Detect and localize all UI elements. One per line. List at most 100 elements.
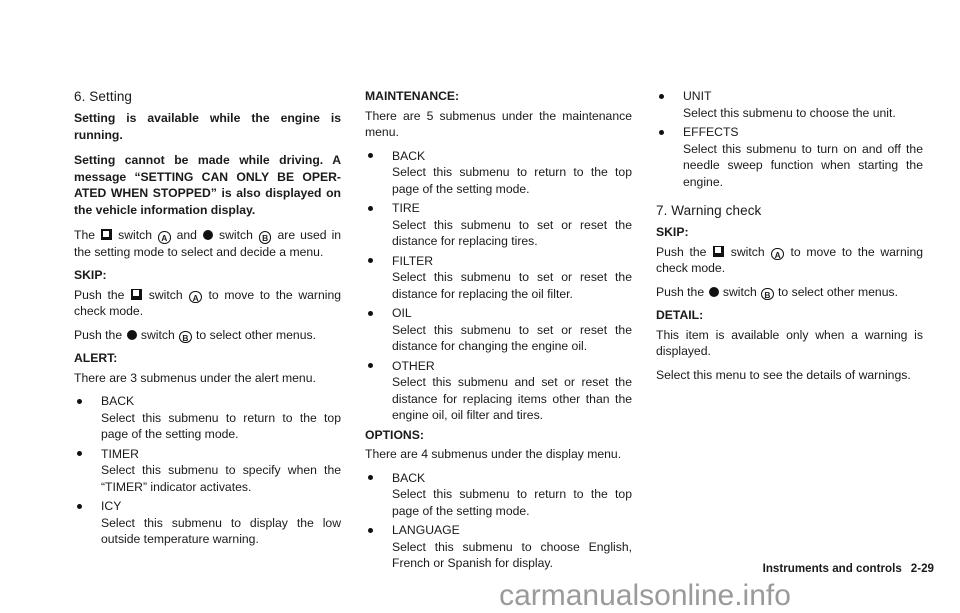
list-item: BACK Select this submenu to return to th… [365,470,632,520]
list-item-description: Select this submenu to return to the top… [392,487,632,518]
section-heading-warning-check: 7. Warning check [656,203,762,218]
subheading-skip-left: SKIP: [74,268,107,282]
section-heading-setting: 6. Setting [74,89,133,104]
list-item: ICY Select this submenu to display the l… [74,498,341,548]
options-submenu-list: BACK Select this submenu to return to th… [365,470,632,572]
right-column: UNIT Select this submenu to choose the u… [656,88,923,575]
skip-right-text-2: switch [730,244,765,259]
list-item-description: Select this submenu to set or reset the … [392,217,632,249]
skip-line2-left: Push the switch B to select other menus. [74,327,341,343]
list-item-title: TIRE [392,201,420,215]
switch-label-b-icon: B [761,287,774,300]
list-item-description: Select this submenu to choose English, F… [392,539,632,571]
switch-usage-paragraph: The switch A and switch B are used in th… [74,227,341,260]
bullet-icon [368,153,373,158]
footer-page-number: 2-29 [910,562,934,575]
subheading-alert: ALERT: [74,351,118,365]
footer-section-title: Instruments and controls [762,562,902,575]
list-item-description: Select this submenu to return to the top… [101,410,341,442]
switch-label-b-icon: B [179,330,192,343]
switch-usage-text-3: and [176,228,197,242]
list-item-title: BACK [101,394,135,408]
skip-line1-left: Push the switch A to move to the warning… [74,287,341,320]
list-item-title: UNIT [683,89,712,103]
round-switch-icon [126,329,137,340]
list-item-title: OTHER [392,358,435,373]
list-item-title: ICY [101,499,122,513]
list-item-title: EFFECTS [683,125,739,139]
left-column: 6. Setting Setting is available while th… [74,88,341,575]
detail-paragraph-1: This item is available only when a warni… [656,327,923,359]
skip-left-text-2: switch [148,287,183,302]
bullet-icon [659,93,664,99]
list-item-description: Select this submenu to display the low o… [101,515,341,547]
switch-usage-text-2: switch [118,228,152,242]
page-footer: Instruments and controls 2-29 [763,562,934,575]
list-item: TIRE Select this submenu to set or reset… [365,200,632,250]
list-item-description: Select this submenu and set or reset the… [392,375,632,422]
list-item-description: Select this submenu to choose the unit. [683,105,896,120]
page-columns: 6. Setting Setting is available while th… [74,88,934,575]
switch-label-a-icon: A [771,247,784,260]
site-watermark: carmanualsonline.info [499,579,791,612]
manual-page: 6. Setting Setting is available while th… [0,0,960,612]
bullet-icon [659,129,664,135]
options-intro: There are 4 submenus under the display m… [365,447,622,461]
list-item-title: OIL [392,306,412,320]
list-item: OTHER Select this submenu and set or res… [365,358,632,424]
skip-right-text-6: to select other menus. [778,284,898,299]
bullet-icon [77,398,82,404]
skip-right-text-5: switch [722,284,757,299]
bullet-icon [77,503,82,509]
switch-label-b-icon: B [258,231,272,244]
list-item-title: LANGUAGE [392,523,460,537]
square-switch-icon [713,245,725,257]
alert-intro: There are 3 submenus under the alert men… [74,370,316,385]
list-item: TIMER Select this submenu to specify whe… [74,446,341,496]
bullet-icon [77,451,82,456]
bullet-icon [368,258,373,263]
bullet-icon [368,205,373,211]
detail-paragraph-2: Select this menu to see the details of w… [656,367,911,382]
maintenance-intro: There are 5 submenus under the maintenan… [365,108,632,140]
bullet-icon [368,527,373,533]
skip-right-text-4: Push the [656,284,705,299]
switch-usage-text-1: The [74,228,96,242]
subheading-maintenance: MAINTENANCE: [365,89,460,103]
setting-availability-paragraph: Setting is available while the engine is… [74,111,341,142]
list-item: LANGUAGE Select this submenu to choose E… [365,522,632,572]
skip-line1-right: Push the switch A to move to the warning… [656,244,923,277]
subheading-detail: DETAIL: [656,308,704,322]
list-item-title: BACK [392,148,426,163]
list-item: UNIT Select this submenu to choose the u… [656,88,923,121]
options-submenu-list-continued: UNIT Select this submenu to choose the u… [656,88,923,190]
bullet-icon [368,310,373,316]
list-item-description: Select this submenu to set or reset the … [392,270,632,301]
skip-left-text-4: Push the [74,327,123,342]
list-item-description: Select this submenu to set or reset the … [392,322,632,354]
middle-column: MAINTENANCE: There are 5 submenus under … [365,88,632,575]
bullet-icon [368,363,373,368]
list-item: BACK Select this submenu to return to th… [74,393,341,443]
skip-left-text-5: switch [140,327,175,342]
alert-submenu-list: BACK Select this submenu to return to th… [74,393,341,548]
round-switch-icon [202,230,213,240]
round-switch-icon [708,286,719,297]
bullet-icon [368,475,373,480]
skip-left-text-6: to select other menus. [196,327,316,342]
list-item: FILTER Select this submenu to set or res… [365,253,632,303]
list-item: EFFECTS Select this submenu to turn on a… [656,124,923,190]
list-item-description: Select this submenu to turn on and off t… [683,141,923,189]
list-item-title: BACK [392,470,426,485]
subheading-skip-right: SKIP: [656,225,689,239]
list-item-description: Select this submenu to return to the top… [392,165,632,196]
switch-label-a-icon: A [189,290,202,303]
list-item: BACK Select this submenu to return to th… [365,148,632,198]
list-item-title: TIMER [101,446,139,461]
setting-driving-warning-paragraph: Setting cannot be made while driving. A … [74,153,341,217]
switch-label-a-icon: A [158,231,171,244]
skip-left-text-1: Push the [74,287,125,302]
list-item: OIL Select this submenu to set or reset … [365,305,632,355]
switch-usage-text-4: switch [219,228,253,242]
skip-right-text-1: Push the [656,244,707,259]
